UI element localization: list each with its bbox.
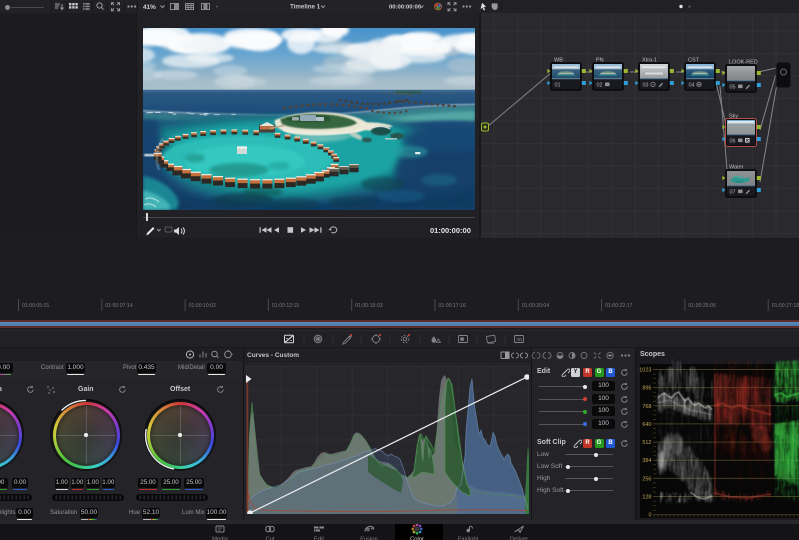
svg-text:01:00:12:15: 01:00:12:15 [272,303,300,309]
svg-text:02: 02 [597,83,603,89]
svg-text:Edit: Edit [314,537,324,540]
svg-text:128: 128 [642,495,651,501]
svg-text:Timeline 1: Timeline 1 [290,4,321,11]
svg-text:640: 640 [642,422,651,428]
svg-text:Cut: Cut [265,537,274,540]
svg-text:Fairlight: Fairlight [458,537,479,540]
svg-text:00:00:00:00: 00:00:00:00 [389,5,422,11]
svg-text:01:00:17:16: 01:00:17:16 [439,303,467,309]
svg-text:896: 896 [642,386,651,392]
svg-text:0: 0 [648,513,651,519]
svg-text:01:00:20:04: 01:00:20:04 [522,303,550,309]
svg-text:Media: Media [212,537,229,540]
svg-text:01:00:07:14: 01:00:07:14 [105,303,133,309]
svg-text:01:00:05:01: 01:00:05:01 [22,303,50,309]
svg-text:Fusion: Fusion [360,537,377,540]
svg-text:384: 384 [642,458,651,464]
svg-text:01:00:25:05: 01:00:25:05 [688,303,716,309]
svg-text:3D: 3D [516,337,523,343]
svg-text:768: 768 [642,404,651,410]
svg-text:01:00:10:02: 01:00:10:02 [189,303,217,309]
svg-text:01:00:15:03: 01:00:15:03 [355,303,383,309]
svg-text:03: 03 [643,83,649,89]
svg-text:04: 04 [689,83,695,89]
svg-text:05: 05 [730,85,736,91]
svg-text:41%: 41% [143,4,156,11]
svg-text:01:00:00:00: 01:00:00:00 [430,226,471,235]
svg-text:512: 512 [642,440,651,446]
svg-text:1023: 1023 [639,368,651,374]
svg-text:Deliver: Deliver [510,537,528,540]
svg-text:256: 256 [642,476,651,482]
svg-text:01:00:27:18: 01:00:27:18 [772,303,799,309]
svg-text:01: 01 [555,83,561,89]
svg-text:01:00:22:17: 01:00:22:17 [605,303,633,309]
svg-text:07: 07 [730,190,736,196]
svg-text:Color: Color [410,537,424,540]
svg-text:06: 06 [730,139,736,145]
